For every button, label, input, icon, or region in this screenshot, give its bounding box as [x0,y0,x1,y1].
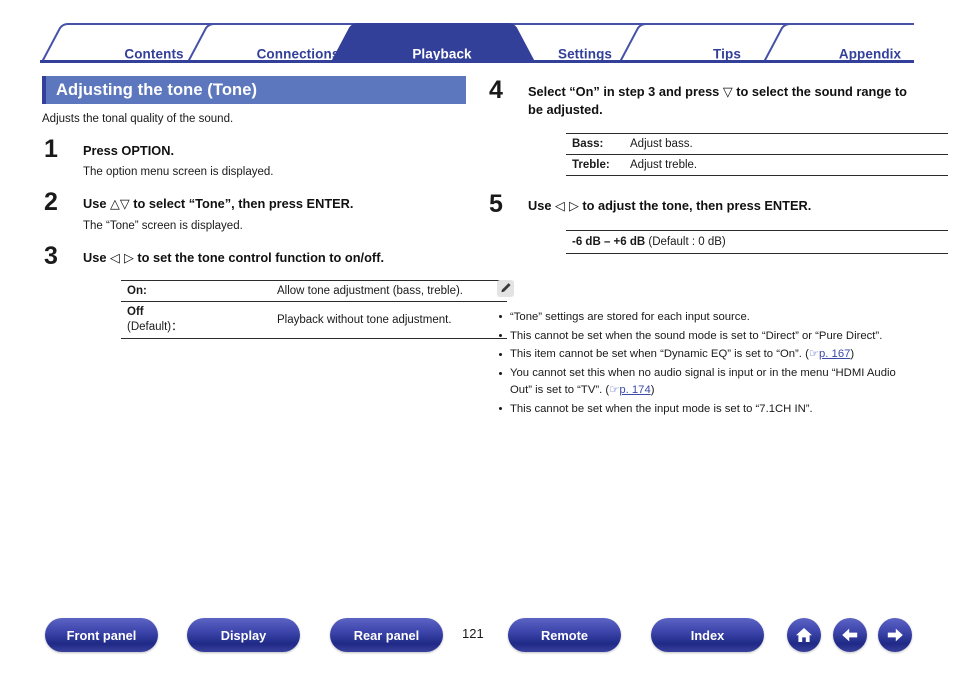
bullet-text-3-after: ) [850,348,855,361]
rear-panel-button[interactable]: Rear panel [330,618,443,652]
table-row: Bass: Adjust bass. [566,132,948,155]
leftright-arrow-icon: ◁ ▷ [555,198,579,214]
table-row: On: Allow tone adjustment (bass, treble)… [121,279,507,302]
bullet-text-4: You cannot set this when no audio signal… [510,367,896,396]
bullet-text-1: “Tone” settings are stored for each inpu… [510,310,750,323]
page-number: 121 [462,626,484,641]
table-row: Off (Default)： Playback without tone adju… [121,300,507,339]
step-4-title-pre: Select “On” in step 3 and press [528,84,723,99]
step-1-title: Press OPTION. [83,143,175,158]
bullet-text-5: This cannot be set when the input mode i… [510,402,813,415]
tab-underline [40,60,914,63]
step-5-title-pre: Use [528,197,556,213]
step-2-number: 2 [44,187,58,216]
onoff-table: On: Allow tone adjustment (bass, treble)… [121,279,507,339]
display-button[interactable]: Display [187,618,300,652]
updown-arrow-icon: △▽ [110,196,130,212]
page-link-174-label: p. 174 [619,383,651,396]
intro-text: Adjusts the tonal quality of the sound. [42,113,234,125]
step-3-number: 3 [44,241,58,270]
pencil-icon [497,279,514,297]
db-range-cell: -6 dB – +6 dB (Default : 0 dB) [566,229,948,254]
range-table: Bass: Adjust bass. Treble: Adjust treble… [566,132,948,176]
pointing-hand-icon: ☞ [808,347,819,361]
remote-button[interactable]: Remote [508,618,621,652]
step-3-title-pre: Use [83,249,111,265]
page-link-167-label: p. 167 [818,348,851,361]
arrow-right-icon[interactable] [878,618,912,652]
bullet-text-4-after: ) [650,383,655,396]
front-panel-button[interactable]: Front panel [45,618,158,652]
step-2-sub: The “Tone” screen is displayed. [83,219,243,232]
list-item: You cannot set this when no audio signal… [497,365,915,398]
step-3: 3 Use ◁ ▷ to set the tone control functi… [42,243,507,339]
step-4: 4 Select “On” in step 3 and press ▽ to s… [487,78,948,176]
range-key-bass: Bass: [566,132,624,155]
list-item: This item cannot be set when “Dynamic EQ… [497,346,915,362]
onoff-value-off: Playback without tone adjustment. [271,300,507,339]
step-5: 5 Use ◁ ▷ to adjust the tone, then press… [487,191,948,254]
step-3-title: Use ◁ ▷ to set the tone control function… [83,250,466,268]
right-column: 4 Select “On” in step 3 and press ▽ to s… [487,78,948,419]
table-row: Treble: Adjust treble. [566,153,948,176]
step-3-title-post: to set the tone control function to on/o… [133,249,385,265]
bullet-text-3: This item cannot be set when “Dynamic EQ… [510,348,809,361]
step-2-title-post: to select “Tone”, then press ENTER. [129,195,354,211]
step-1: 1 Press OPTION. The option menu screen i… [42,137,466,178]
step-5-title: Use ◁ ▷ to adjust the tone, then press E… [528,198,915,216]
page-title-banner: Adjusting the tone (Tone) [42,76,466,104]
step-1-sub: The option menu screen is displayed. [83,165,274,178]
footer-bar: Front panel Display Rear panel 121 Remot… [0,618,954,658]
page-link-167[interactable]: ☞p. 167 [808,347,851,361]
list-item: This cannot be set when the sound mode i… [497,328,915,344]
table-row: -6 dB – +6 dB (Default : 0 dB) [566,229,948,254]
step-5-number: 5 [489,189,503,218]
manual-page: Contents Connections Playback Settings T… [0,0,954,673]
bullet-text-2: This cannot be set when the sound mode i… [510,329,883,342]
onoff-value-on: Allow tone adjustment (bass, treble). [271,279,507,302]
pointing-hand-icon: ☞ [609,382,620,396]
step-4-title: Select “On” in step 3 and press ▽ to sel… [528,84,915,119]
note-block: “Tone” settings are stored for each inpu… [497,279,915,417]
db-range-bold: -6 dB – +6 dB [572,235,646,248]
step-4-number: 4 [489,76,503,104]
left-column: Adjusting the tone (Tone) Adjusts the to… [42,76,507,339]
range-value-bass: Adjust bass. [624,132,948,155]
db-range-default: (Default : 0 dB) [645,235,726,248]
page-link-174[interactable]: ☞p. 174 [609,382,651,396]
onoff-key-off-bold: Off [127,305,144,318]
note-bullet-list: “Tone” settings are stored for each inpu… [497,309,915,417]
page-title: Adjusting the tone (Tone) [56,80,258,99]
onoff-key-off: Off (Default)： [121,300,271,339]
onoff-key-off-default: (Default)： [127,320,183,333]
list-item: “Tone” settings are stored for each inpu… [497,309,915,325]
step-2-title: Use △▽ to select “Tone”, then press ENTE… [83,196,466,214]
range-key-treble: Treble: [566,153,624,176]
leftright-arrow-icon: ◁ ▷ [110,250,134,266]
down-arrow-icon: ▽ [722,85,733,100]
step-2-title-pre: Use [83,195,111,211]
step-2: 2 Use △▽ to select “Tone”, then press EN… [42,189,466,232]
home-icon[interactable] [787,618,821,652]
step-1-number: 1 [44,135,58,163]
index-button[interactable]: Index [651,618,764,652]
list-item: This cannot be set when the input mode i… [497,401,915,417]
range-value-treble: Adjust treble. [624,153,948,176]
step-5-title-post: to adjust the tone, then press ENTER. [578,197,812,213]
tab-bar: Contents Connections Playback Settings T… [40,22,914,63]
db-range-table: -6 dB – +6 dB (Default : 0 dB) [566,229,948,254]
arrow-left-icon[interactable] [833,618,867,652]
onoff-key-on: On: [121,279,271,302]
